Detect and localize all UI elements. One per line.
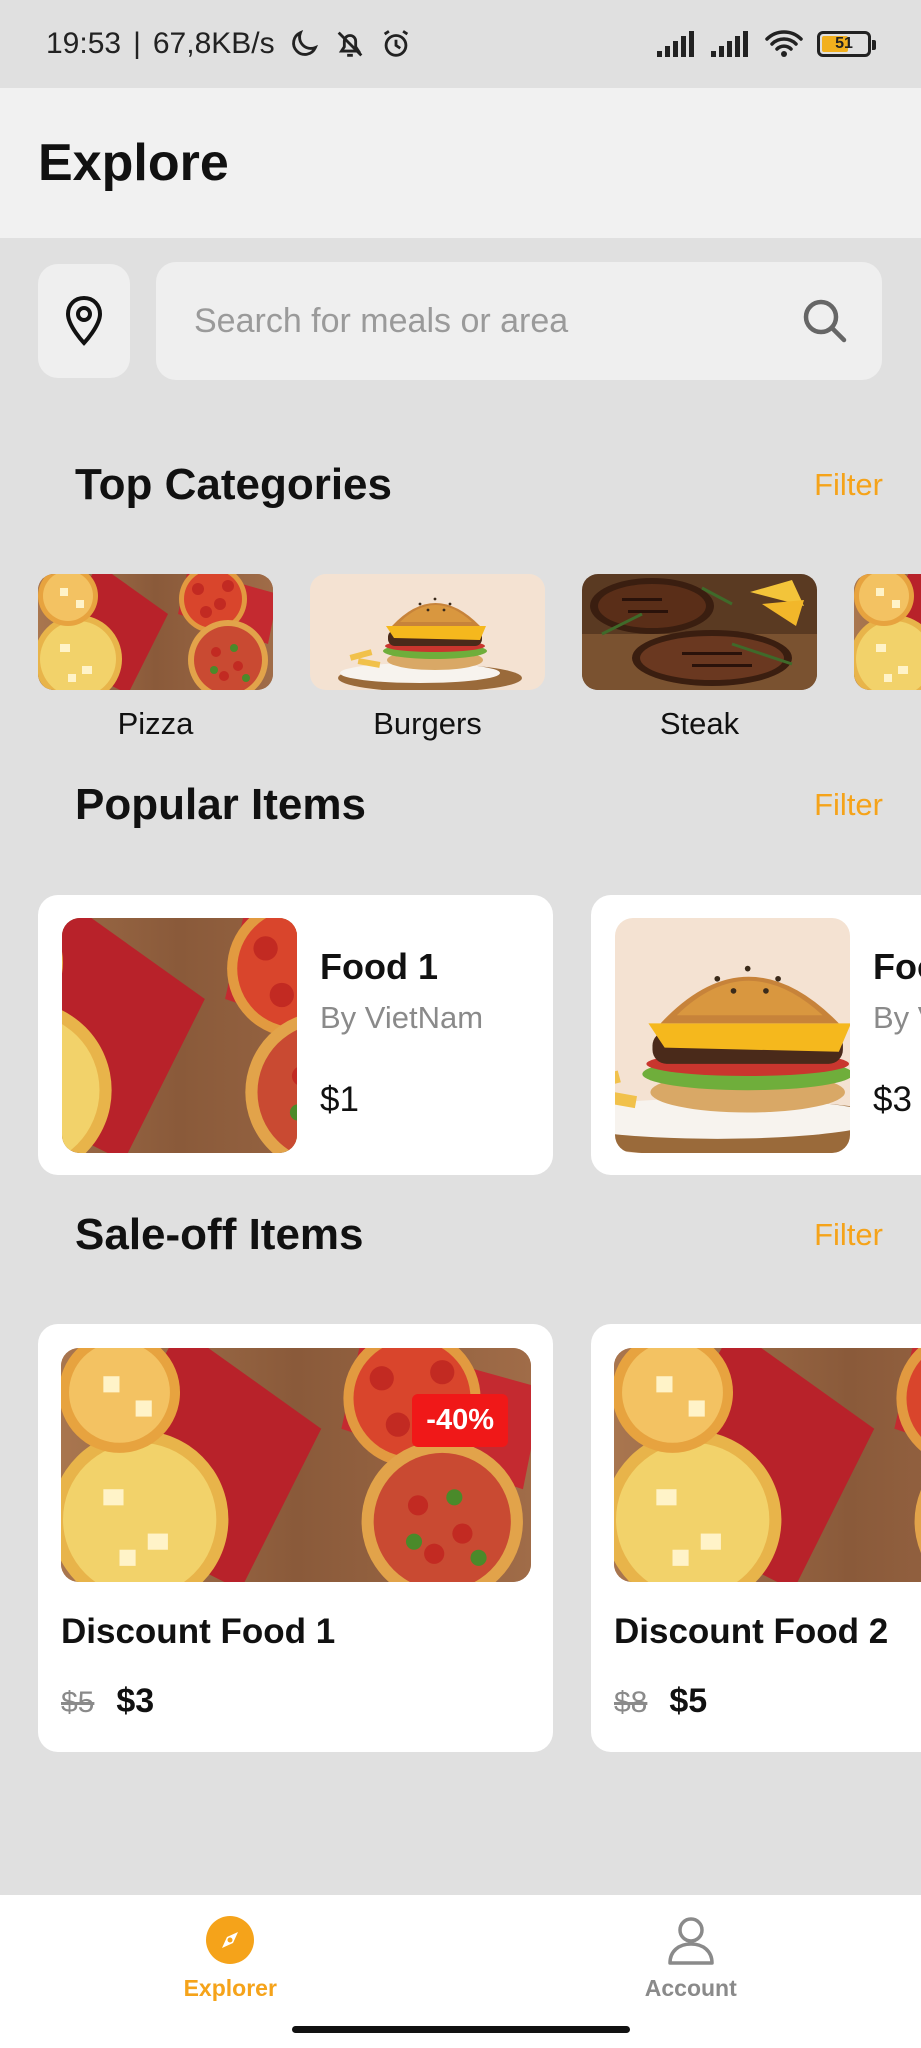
search-bar[interactable] <box>156 262 882 380</box>
section-title: Top Categories <box>75 460 393 509</box>
status-time: 19:53 <box>46 27 122 60</box>
popular-item-card[interactable]: Food 2 By VietNam $3 <box>591 895 921 1175</box>
filter-link[interactable]: Filter <box>814 467 883 503</box>
search-input[interactable] <box>194 301 800 341</box>
price-row: $8 $5 <box>614 1682 921 1721</box>
network-speed: 67,8KB/s <box>152 27 275 60</box>
food-image <box>62 918 297 1153</box>
alarm-icon <box>383 30 408 57</box>
food-name: Food 1 <box>320 945 438 987</box>
new-price: $5 <box>669 1682 708 1720</box>
food-price: $3 <box>873 1079 912 1119</box>
filter-link[interactable]: Filter <box>814 1217 883 1253</box>
new-price: $3 <box>116 1682 155 1720</box>
price-row: $5 $3 <box>61 1682 530 1721</box>
top-categories-header: Top Categories Filter <box>75 460 883 510</box>
popular-items-header: Popular Items Filter <box>75 780 883 830</box>
category-list: Pizza Burgers Steak <box>38 574 921 744</box>
status-separator: | <box>133 27 141 60</box>
section-title: Sale-off Items <box>75 1210 364 1259</box>
food-image: -40% <box>61 1348 531 1582</box>
old-price: $8 <box>614 1686 648 1719</box>
category-label: Steak <box>659 706 740 741</box>
category-label: Burgers <box>373 706 482 741</box>
food-image <box>614 1348 921 1582</box>
category-item-steak[interactable]: Steak <box>582 574 817 744</box>
section-title: Popular Items <box>75 780 366 829</box>
battery-level: 51 <box>835 35 853 52</box>
food-info: Food 1 By VietNam $1 <box>320 918 483 1153</box>
nav-label: Explorer <box>183 1975 277 2001</box>
category-image <box>310 574 545 690</box>
status-left: 19:53 | 67,8KB/s <box>46 27 413 61</box>
category-item-partial[interactable] <box>854 574 921 744</box>
category-label: Pizza <box>117 706 194 741</box>
home-indicator[interactable] <box>292 2026 630 2033</box>
bell-off-icon <box>337 31 362 57</box>
location-pin-icon <box>65 295 103 346</box>
signal-icon <box>711 31 748 57</box>
food-name: Discount Food 2 <box>614 1612 889 1651</box>
category-image <box>38 574 273 690</box>
app-header: Explore <box>0 88 921 238</box>
food-image <box>615 918 850 1153</box>
category-image <box>854 574 921 690</box>
food-price: $1 <box>320 1079 359 1119</box>
category-image <box>582 574 817 690</box>
popular-list: Food 1 By VietNam $1 Food 2 By VietNam $… <box>38 895 921 1175</box>
old-price: $5 <box>61 1686 95 1719</box>
sale-item-card[interactable]: Discount Food 2 $8 $5 <box>591 1324 921 1752</box>
food-origin: By VietNam <box>320 999 484 1035</box>
location-button[interactable] <box>38 264 130 378</box>
status-bar: 19:53 | 67,8KB/s 51 <box>0 0 921 88</box>
battery-icon: 51 <box>817 31 876 57</box>
popular-item-card[interactable]: Food 1 By VietNam $1 <box>38 895 553 1175</box>
food-name: Food 2 <box>873 945 921 987</box>
signal-icon <box>657 31 694 57</box>
food-info: Food 2 By VietNam $3 <box>873 918 921 1153</box>
moon-icon <box>291 29 318 56</box>
food-name: Discount Food 1 <box>61 1612 336 1651</box>
category-item-burgers[interactable]: Burgers <box>310 574 545 744</box>
user-icon <box>668 1917 714 1965</box>
category-item-pizza[interactable]: Pizza <box>38 574 273 744</box>
filter-link[interactable]: Filter <box>814 787 883 823</box>
sale-list: -40% Discount Food 1 $5 $3 Discount Food… <box>38 1324 921 1752</box>
page-title: Explore <box>38 134 229 192</box>
sale-items-header: Sale-off Items Filter <box>75 1210 883 1260</box>
compass-icon <box>206 1916 255 1964</box>
search-icon[interactable] <box>800 296 850 346</box>
sale-item-card[interactable]: -40% Discount Food 1 $5 $3 <box>38 1324 553 1752</box>
status-right: 51 <box>657 30 876 58</box>
discount-badge: -40% <box>412 1394 508 1447</box>
wifi-icon <box>765 30 803 57</box>
nav-label: Account <box>644 1975 737 2001</box>
food-origin: By VietNam <box>873 999 921 1035</box>
